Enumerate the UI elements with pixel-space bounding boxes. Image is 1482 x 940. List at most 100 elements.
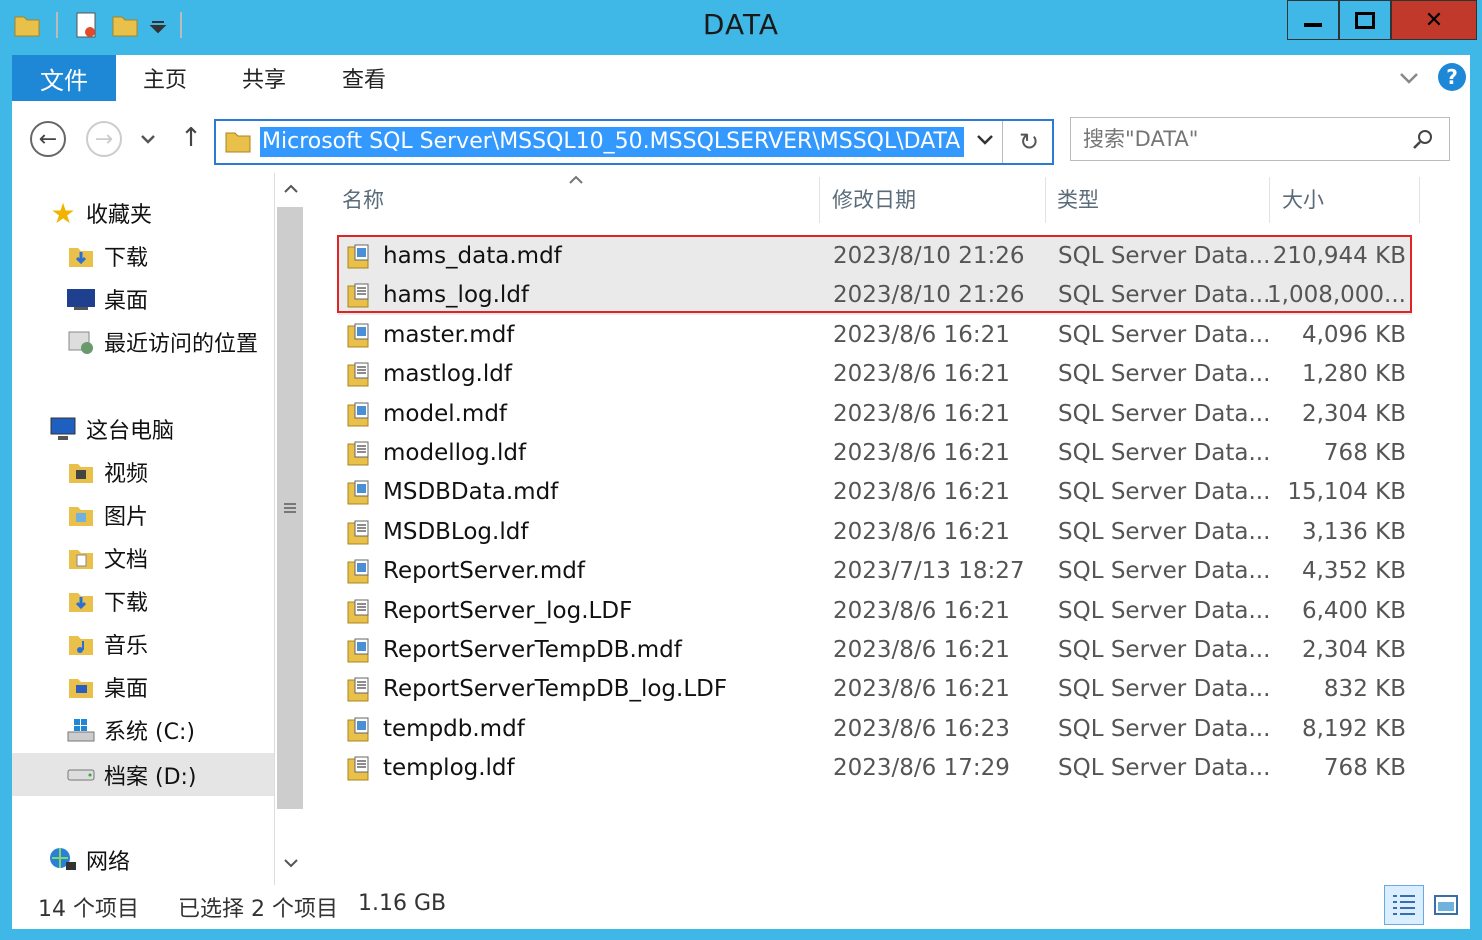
status-bar: 14 个项目 已选择 2 个项目 1.16 GB xyxy=(12,885,1470,929)
arrow-left-icon: ← xyxy=(38,126,58,152)
desktop-folder-icon xyxy=(66,672,96,702)
window-title: DATA xyxy=(702,8,780,41)
nav-scrollbar[interactable] xyxy=(274,173,307,885)
nav-item-network[interactable]: 网络 xyxy=(48,840,130,880)
minimize-button[interactable] xyxy=(1287,0,1339,40)
column-header-modified[interactable]: 修改日期 xyxy=(832,173,1042,225)
downloads-folder-icon xyxy=(66,586,96,616)
file-type: SQL Server Data... xyxy=(1058,715,1271,742)
nav-item-desktop[interactable]: 桌面 xyxy=(66,279,148,319)
nav-item-desktop-pc[interactable]: 桌面 xyxy=(66,667,148,707)
tab-view[interactable]: 查看 xyxy=(342,55,386,101)
column-divider[interactable] xyxy=(1045,177,1046,223)
file-row[interactable]: ReportServer.mdf 2023/7/13 18:27 SQL Serve… xyxy=(338,552,1412,591)
star-icon: ★ xyxy=(50,196,76,230)
close-button[interactable]: ✕ xyxy=(1391,0,1477,40)
file-row[interactable]: MSDBLog.ldf 2023/8/6 16:21 SQL Server Data… xyxy=(338,513,1412,552)
scroll-up-button[interactable] xyxy=(277,175,305,203)
details-view-button[interactable] xyxy=(1384,885,1424,925)
maximize-icon xyxy=(1355,11,1375,29)
database-file-icon xyxy=(347,717,369,742)
large-icons-view-button[interactable] xyxy=(1430,889,1462,921)
nav-item-drive-d[interactable]: 档案 (D:) xyxy=(66,755,197,795)
chevron-up-icon xyxy=(284,184,298,193)
file-row[interactable]: tempdb.mdf 2023/8/6 16:23 SQL Server Data.… xyxy=(338,710,1412,749)
nav-item-this-pc[interactable]: 这台电脑 xyxy=(48,409,174,449)
file-name: ReportServer.mdf xyxy=(383,558,585,585)
nav-item-recent[interactable]: 最近访问的位置 xyxy=(66,322,258,362)
chevron-down-icon[interactable] xyxy=(976,133,994,147)
search-box[interactable] xyxy=(1070,117,1450,161)
selected-size: 1.16 GB xyxy=(358,891,447,916)
column-divider[interactable] xyxy=(1419,177,1420,223)
file-modified: 2023/8/6 16:21 xyxy=(833,597,1010,624)
search-input[interactable] xyxy=(1081,124,1405,154)
column-divider[interactable] xyxy=(819,177,820,223)
search-icon[interactable] xyxy=(1411,128,1435,152)
help-icon[interactable]: ? xyxy=(1438,63,1466,91)
address-bar[interactable]: Microsoft SQL Server\MSSQL10_50.MSSQLSER… xyxy=(214,119,1054,165)
nav-label: 图片 xyxy=(104,505,149,530)
column-label: 大小 xyxy=(1282,188,1324,212)
nav-item-downloads[interactable]: 下载 xyxy=(66,236,148,276)
documents-folder-icon xyxy=(66,543,96,573)
recent-places-icon xyxy=(66,327,96,357)
file-row[interactable]: ReportServerTempDB.mdf 2023/8/6 16:21 SQL … xyxy=(338,631,1412,670)
file-modified: 2023/8/6 16:21 xyxy=(833,440,1010,466)
file-row[interactable]: model.mdf 2023/8/6 16:21 SQL Server Data..… xyxy=(338,395,1412,434)
file-type: SQL Server Data... xyxy=(1058,755,1271,782)
file-modified: 2023/8/6 16:21 xyxy=(833,637,1010,663)
file-row[interactable]: mastlog.ldf 2023/8/6 16:21 SQL Server Data… xyxy=(338,355,1412,394)
file-name: MSDBLog.ldf xyxy=(383,518,529,545)
tab-share[interactable]: 共享 xyxy=(242,55,286,101)
up-button[interactable]: ↑ xyxy=(176,123,206,153)
chevron-down-icon xyxy=(141,135,155,144)
column-header-size[interactable]: 大小 xyxy=(1282,173,1412,225)
nav-item-favorites[interactable]: ★ 收藏夹 xyxy=(48,193,152,233)
folder-icon xyxy=(225,132,251,153)
refresh-button[interactable]: ↻ xyxy=(1012,125,1046,159)
back-button[interactable]: ← xyxy=(30,121,66,157)
file-size: 1,280 KB xyxy=(1301,361,1406,388)
file-row[interactable]: MSDBData.mdf 2023/8/6 16:21 SQL Server Dat… xyxy=(338,473,1412,512)
file-row[interactable]: master.mdf 2023/8/6 16:21 SQL Server Data.… xyxy=(338,316,1412,355)
computer-icon xyxy=(48,414,78,444)
tab-home[interactable]: 主页 xyxy=(143,55,187,101)
database-file-icon xyxy=(347,559,369,584)
file-name: templog.ldf xyxy=(383,755,515,782)
nav-item-downloads-pc[interactable]: 下载 xyxy=(66,581,148,621)
navigation-bar: ← → ↑ Microsoft SQL Server\MSSQL10_50.MS… xyxy=(12,101,1470,173)
database-file-icon xyxy=(347,638,369,663)
nav-item-pictures[interactable]: 图片 xyxy=(66,495,148,535)
column-divider[interactable] xyxy=(1269,177,1270,223)
maximize-button[interactable] xyxy=(1339,0,1391,40)
tab-file[interactable]: 文件 xyxy=(12,55,116,101)
file-row[interactable]: modellog.ldf 2023/8/6 16:21 SQL Server Dat… xyxy=(338,434,1412,473)
nav-item-documents[interactable]: 文档 xyxy=(66,538,148,578)
address-path[interactable]: Microsoft SQL Server\MSSQL10_50.MSSQLSER… xyxy=(260,127,964,157)
log-file-icon xyxy=(347,520,369,545)
scroll-thumb[interactable] xyxy=(277,207,303,809)
nav-item-music[interactable]: 音乐 xyxy=(66,624,148,664)
log-file-icon xyxy=(347,362,369,387)
column-header-type[interactable]: 类型 xyxy=(1057,173,1267,225)
scroll-down-button[interactable] xyxy=(277,849,305,877)
file-row[interactable]: templog.ldf 2023/8/6 17:29 SQL Server Data… xyxy=(338,749,1412,788)
file-modified: 2023/8/6 16:21 xyxy=(833,479,1010,506)
navigation-pane: ★ 收藏夹 下载 桌面 最近访问的位置 这台电脑 视频 图片 文档 下载 音乐 桌 xyxy=(12,173,274,885)
file-name: tempdb.mdf xyxy=(383,715,525,742)
forward-button[interactable]: → xyxy=(86,121,122,157)
nav-item-drive-c[interactable]: 系统 (C:) xyxy=(66,710,195,750)
file-row[interactable]: ReportServerTempDB_log.LDF 2023/8/6 16:21… xyxy=(338,670,1412,709)
column-label: 修改日期 xyxy=(832,188,916,212)
file-size: 768 KB xyxy=(1323,755,1406,782)
nav-item-videos[interactable]: 视频 xyxy=(66,452,148,492)
file-name: mastlog.ldf xyxy=(383,361,512,388)
recent-locations-button[interactable] xyxy=(136,127,160,151)
file-row[interactable]: ReportServer_log.LDF 2023/8/6 16:21 SQL Se… xyxy=(338,592,1412,631)
file-type: SQL Server Data... xyxy=(1058,440,1271,466)
file-type: SQL Server Data... xyxy=(1058,361,1271,388)
expand-ribbon-icon[interactable] xyxy=(1398,69,1420,87)
downloads-folder-icon xyxy=(66,241,96,271)
file-type: SQL Server Data... xyxy=(1058,400,1271,427)
